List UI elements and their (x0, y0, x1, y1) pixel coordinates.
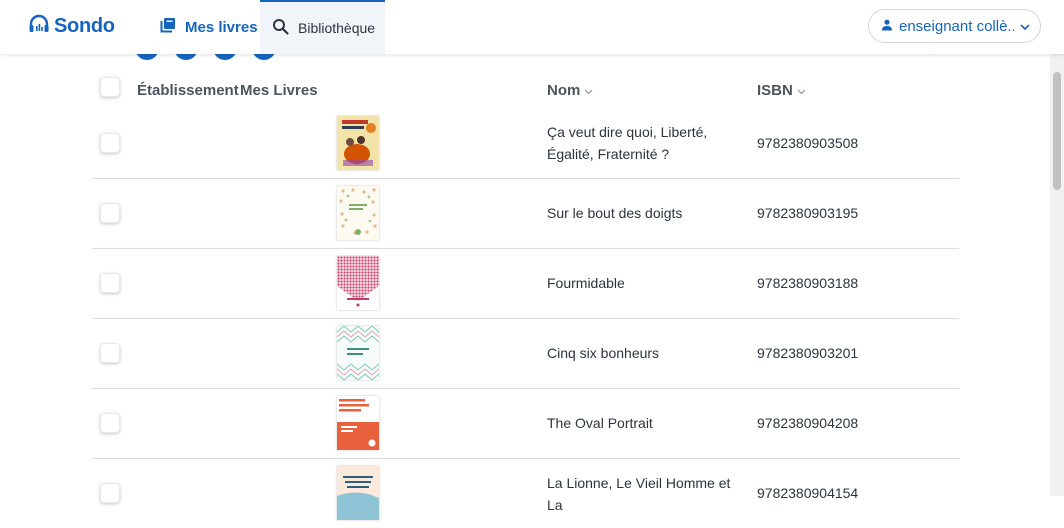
scrollbar-thumb[interactable] (1053, 72, 1061, 190)
table-header: Établissement Mes Livres Nom ISBN (92, 70, 959, 110)
book-cover-image (337, 326, 379, 380)
book-isbn: 9782380903195 (757, 205, 859, 221)
row-checkbox[interactable] (100, 203, 120, 223)
select-all-checkbox[interactable] (100, 77, 120, 97)
book-title: Cinq six bonheurs (547, 345, 660, 361)
logo[interactable]: Sondo (28, 14, 115, 39)
book-title: Ça veut dire quoi, Liberté, Égalité, Fra… (547, 124, 708, 162)
chevron-down-icon (1020, 18, 1030, 35)
user-label: enseignant collè... (899, 17, 1014, 35)
row-checkbox[interactable] (100, 133, 120, 153)
tab-mes-livres[interactable]: Mes livres (148, 0, 270, 54)
header-etablissement[interactable]: Établissement (137, 82, 239, 99)
book-isbn: 9782380903508 (757, 135, 859, 151)
headphones-logo-icon (28, 14, 50, 39)
book-title: Fourmidable (547, 275, 625, 291)
book-isbn: 9782380903188 (757, 275, 859, 291)
book-cover-image (337, 256, 379, 310)
user-menu-button[interactable]: enseignant collè... (868, 9, 1041, 43)
book-cover-image (337, 396, 379, 450)
tab-bibliotheque[interactable]: Bibliothèque (260, 0, 385, 54)
book-title: Sur le bout des doigts (547, 205, 683, 221)
row-checkbox[interactable] (100, 483, 120, 503)
header-label: ISBN (757, 82, 793, 99)
top-header: Sondo Mes livres Bibliothèque enseignant… (0, 0, 1064, 54)
table-row[interactable]: Ça veut dire quoi, Liberté, Égalité, Fra… (92, 108, 959, 179)
row-checkbox[interactable] (100, 413, 120, 433)
row-checkbox[interactable] (100, 273, 120, 293)
table-row[interactable]: Fourmidable 9782380903188 (92, 248, 959, 319)
scrollbar[interactable] (1050, 54, 1064, 496)
book-cover-image (337, 186, 379, 240)
book-cover-image (337, 466, 379, 520)
row-checkbox[interactable] (100, 343, 120, 363)
book-cover-image (337, 116, 379, 170)
header-nom[interactable]: Nom (547, 82, 593, 99)
book-isbn: 9782380904154 (757, 485, 859, 501)
book-title: The Oval Portrait (547, 415, 653, 431)
header-isbn[interactable]: ISBN (757, 82, 806, 99)
table-row[interactable]: La Lionne, Le Vieil Homme et La 97823809… (92, 458, 959, 528)
person-icon (881, 18, 893, 35)
tab-label: Bibliothèque (298, 20, 376, 36)
book-isbn: 9782380904208 (757, 415, 859, 431)
header-mes-livres[interactable]: Mes Livres (240, 82, 318, 99)
tab-label: Mes livres (185, 18, 258, 36)
book-icon (160, 17, 176, 37)
header-label: Établissement (137, 82, 239, 99)
book-title: La Lionne, Le Vieil Homme et La (547, 475, 731, 513)
table-row[interactable]: The Oval Portrait 9782380904208 (92, 388, 959, 459)
search-icon (272, 18, 289, 38)
table-row[interactable]: Cinq six bonheurs 9782380903201 (92, 318, 959, 389)
header-label: Mes Livres (240, 82, 318, 99)
chevron-down-icon (797, 82, 806, 99)
header-label: Nom (547, 82, 581, 99)
logo-text: Sondo (54, 15, 115, 37)
table-row[interactable]: Sur le bout des doigts 9782380903195 (92, 178, 959, 249)
chevron-down-icon (584, 82, 593, 99)
book-isbn: 9782380903201 (757, 345, 859, 361)
